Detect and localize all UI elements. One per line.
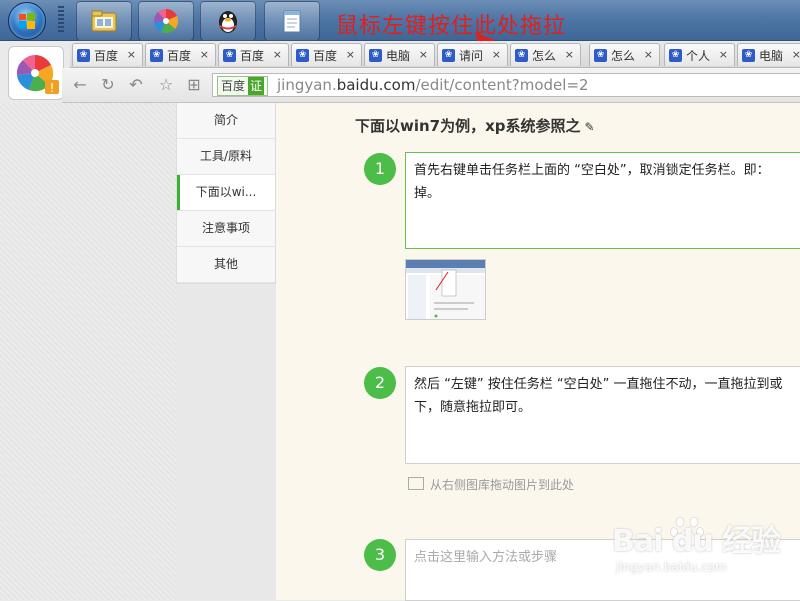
step-screenshot-thumbnail[interactable]	[405, 259, 486, 320]
browser-tab[interactable]: ❀ 个人 ×	[664, 43, 735, 66]
baidu-paw-icon: ❀	[369, 48, 382, 62]
browser-tab[interactable]: ❀ 百度 ×	[145, 43, 216, 66]
close-icon[interactable]: ×	[792, 48, 800, 61]
section-heading[interactable]: 下面以win7为例，xp系统参照之 ✎	[355, 115, 595, 136]
left-margin	[0, 103, 176, 600]
watermark-brand: Bai du 经验	[612, 524, 781, 559]
qq-penguin-icon	[219, 11, 237, 33]
url-prefix: jingyan.	[277, 76, 337, 94]
start-button[interactable]	[8, 2, 46, 40]
toc-item-tools[interactable]: 工具/原料	[177, 139, 275, 175]
toc-item-notes[interactable]: 注意事项	[177, 211, 275, 247]
screenshot-thumbnail-image	[406, 260, 485, 319]
watermark-site: jingyan.baidu.com	[616, 560, 727, 574]
browser-tab[interactable]: ❀ 请问 ×	[437, 43, 508, 66]
navigation-bar: ← ↻ ↶ ☆ ⊞ 百度证 jingyan.baidu.com/edit/con…	[62, 68, 800, 103]
browser-tab[interactable]: ❀ 百度 ×	[218, 43, 289, 66]
close-icon[interactable]: ×	[565, 48, 574, 61]
browser-pinwheel-icon: !	[16, 55, 59, 95]
apps-grid-icon[interactable]: ⊞	[184, 75, 204, 95]
close-icon[interactable]: ×	[346, 48, 355, 61]
favorite-star-icon[interactable]: ☆	[156, 75, 176, 95]
url-path: /edit/content?model=2	[415, 76, 589, 94]
toc-item-other[interactable]: 其他	[177, 247, 275, 283]
verified-icon: 证	[248, 77, 265, 95]
browser-tab[interactable]: ❀ 电脑 ×	[364, 43, 435, 66]
folder-icon	[91, 10, 117, 32]
step-text-box[interactable]: 然后 “左键” 按住任务栏 “空白处” 一直拖住不动，一直拖拉到或下，随意拖拉即…	[405, 366, 800, 464]
browser-tab[interactable]: ❀ 百度 ×	[72, 43, 143, 66]
baidu-paw-icon: ❀	[442, 48, 455, 62]
image-drop-hint-text: 从右侧图库拖动图片到此处	[430, 478, 575, 492]
undo-close-icon[interactable]: ↶	[126, 75, 146, 95]
toc-item-intro[interactable]: 简介	[177, 103, 275, 139]
refresh-icon[interactable]: ↻	[98, 75, 118, 95]
tab-title: 请问	[459, 48, 484, 63]
image-icon	[408, 477, 424, 490]
pinwheel-browser-icon	[153, 8, 179, 34]
close-icon[interactable]: ×	[273, 48, 282, 61]
close-icon[interactable]: ×	[200, 48, 209, 61]
baidu-jingyan-watermark: Bai du 经验 jingyan.baidu.com	[612, 516, 781, 574]
close-icon[interactable]: ×	[127, 48, 136, 61]
browser-tab[interactable]: ❀ 百度 ×	[291, 43, 362, 66]
windows-flag-icon	[19, 13, 35, 29]
step-number: 2	[364, 367, 396, 399]
close-icon[interactable]: ×	[492, 48, 501, 61]
site-verified-badge[interactable]: 百度证	[217, 76, 269, 96]
baidu-paw-icon: ❀	[669, 48, 682, 62]
baidu-paw-icon: ❀	[742, 48, 755, 62]
close-icon[interactable]: ×	[644, 48, 653, 61]
step-number: 1	[364, 153, 396, 185]
tab-title: 怎么	[532, 48, 557, 63]
taskbar-explorer-button[interactable]	[76, 1, 132, 41]
svg-text:!: !	[50, 81, 55, 95]
section-heading-text: 下面以win7为例，xp系统参照之	[355, 117, 581, 135]
taskbar-qq-button[interactable]	[200, 1, 256, 41]
url-text[interactable]: jingyan.baidu.com/edit/content?model=2	[277, 74, 589, 96]
browser-tab[interactable]: ❀ 怎么 ×	[510, 43, 581, 66]
toc-item-win7-section[interactable]: 下面以wi...	[177, 175, 275, 211]
baidu-paw-icon: ❀	[296, 48, 309, 62]
taskbar-grip[interactable]	[58, 6, 64, 34]
browser-tab[interactable]: ❀ 怎么 ×	[589, 43, 660, 66]
tab-strip: ❀ 百度 × ❀ 百度 × ❀ 百度 × ❀ 百度 × ❀ 电脑 × ❀ 请问 × ❀ 怎么 × ❀ 怎么 × …	[70, 41, 800, 68]
tab-title: 百度	[313, 48, 338, 63]
baidu-paw-icon: ❀	[150, 48, 163, 62]
step-text-box[interactable]: 首先右键单击任务栏上面的 “空白处”，取消锁定任务栏。即：掉。	[405, 152, 800, 249]
baidu-paw-icon: ❀	[594, 48, 607, 62]
tab-title: 电脑	[386, 48, 411, 63]
tab-title: 百度	[167, 48, 192, 63]
tab-title: 百度	[240, 48, 265, 63]
browser-tab[interactable]: ❀ 电脑 ×	[737, 43, 800, 66]
pencil-edit-icon[interactable]: ✎	[585, 120, 595, 134]
tab-title: 电脑	[759, 48, 784, 63]
table-of-contents: 简介 工具/原料 下面以wi... 注意事项 其他	[176, 103, 276, 284]
verified-site-name: 百度	[221, 79, 246, 93]
taskbar-browser-button[interactable]	[138, 1, 194, 41]
tab-title: 怎么	[611, 48, 636, 63]
step-number: 3	[364, 539, 396, 571]
address-bar[interactable]: 百度证 jingyan.baidu.com/edit/content?model…	[212, 73, 800, 97]
tab-title: 百度	[94, 48, 119, 63]
back-icon[interactable]: ←	[70, 75, 90, 95]
baidu-paw-icon: ❀	[223, 48, 236, 62]
url-domain: baidu.com	[336, 76, 416, 94]
tab-title: 个人	[686, 48, 711, 63]
close-icon[interactable]: ×	[719, 48, 728, 61]
baidu-paw-icon: ❀	[77, 48, 90, 62]
close-icon[interactable]: ×	[419, 48, 428, 61]
image-drop-hint[interactable]: 从右侧图库拖动图片到此处	[408, 476, 574, 493]
baidu-paw-icon: ❀	[515, 48, 528, 62]
browser-logo[interactable]: !	[8, 46, 64, 100]
